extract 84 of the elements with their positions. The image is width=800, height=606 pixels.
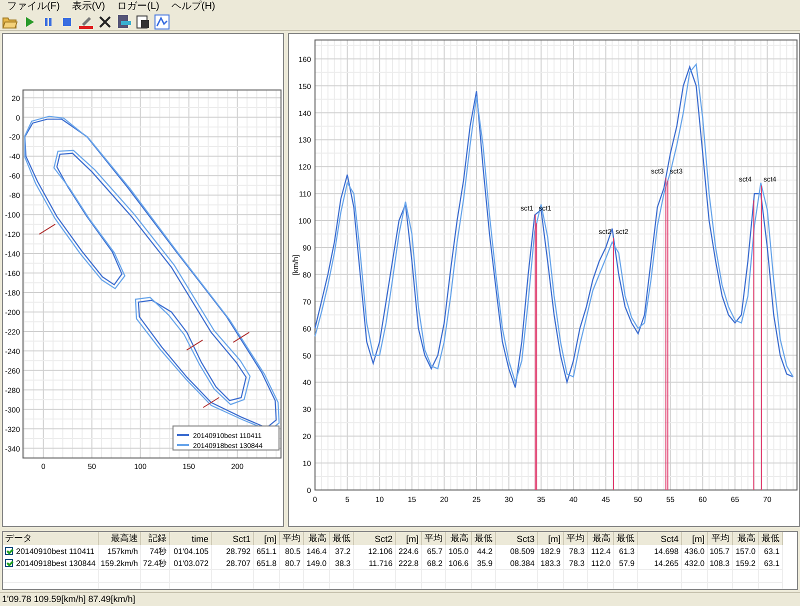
table-cell: 105.7: [707, 545, 732, 557]
column-header[interactable]: 最高: [445, 532, 472, 545]
table-cell: 14.265: [637, 557, 682, 570]
table-cell: 38.3: [329, 557, 354, 570]
table-cell: 14.698: [637, 545, 682, 557]
column-header[interactable]: 平均: [421, 532, 446, 545]
column-header[interactable]: 平均: [563, 532, 588, 545]
table-cell: 112.0: [587, 557, 614, 570]
column-header[interactable]: 最高: [303, 532, 330, 545]
table-cell: 106.6: [445, 557, 472, 570]
column-header[interactable]: [m]: [681, 532, 708, 545]
table-cell: 20140918best 130844: [16, 558, 96, 568]
table-cell: 159.2km/h: [98, 557, 140, 570]
table-cell: 436.0: [681, 545, 708, 557]
table-cell: 72.4秒: [140, 557, 170, 570]
document-icon[interactable]: [135, 14, 151, 30]
column-header[interactable]: 記録: [140, 532, 170, 545]
table-cell: 57.9: [613, 557, 638, 570]
table-cell: 182.9: [537, 545, 564, 557]
column-header[interactable]: 平均: [707, 532, 732, 545]
table-cell: 11.716: [353, 557, 396, 570]
column-header[interactable]: Sct2: [353, 532, 396, 545]
table-cell: 80.5: [279, 545, 304, 557]
table-cell: 28.792: [211, 545, 254, 557]
table-cell: 222.8: [395, 557, 422, 570]
table-cell: 68.2: [421, 557, 446, 570]
menu-item[interactable]: 表示(V): [66, 0, 110, 14]
checkbox[interactable]: [5, 547, 13, 556]
table-cell: 149.0: [303, 557, 330, 570]
chart-icon[interactable]: [154, 14, 170, 30]
table-cell: 112.4: [587, 545, 614, 557]
table-cell: 157.0: [732, 545, 758, 557]
table-cell: 108.3: [707, 557, 732, 570]
column-header[interactable]: 最高: [732, 532, 758, 545]
close-icon[interactable]: [97, 14, 113, 30]
table-cell: 157km/h: [98, 545, 140, 557]
pen-icon[interactable]: [78, 14, 94, 30]
column-header[interactable]: [m]: [537, 532, 564, 545]
column-header[interactable]: 平均: [279, 532, 304, 545]
table-cell: 146.4: [303, 545, 330, 557]
menu-item[interactable]: ロガー(L): [112, 0, 164, 14]
table-cell: 08.384: [495, 557, 538, 570]
column-header[interactable]: Sct4: [637, 532, 682, 545]
column-header[interactable]: time: [169, 532, 212, 545]
table-cell: 224.6: [395, 545, 422, 557]
table-cell: 08.509: [495, 545, 538, 557]
column-header[interactable]: 最高: [587, 532, 614, 545]
checkbox[interactable]: [5, 559, 13, 568]
column-header[interactable]: 最低: [329, 532, 354, 545]
table-cell: 105.0: [445, 545, 472, 557]
menu-item[interactable]: ファイル(F): [2, 0, 65, 14]
column-header[interactable]: 最高速: [98, 532, 140, 545]
table-cell: 61.3: [613, 545, 638, 557]
table-cell: 80.7: [279, 557, 304, 570]
table-cell: 651.8: [253, 557, 280, 570]
column-header[interactable]: Sct1: [211, 532, 254, 545]
table-cell: 63.1: [758, 545, 782, 557]
column-header[interactable]: [m]: [253, 532, 280, 545]
column-header[interactable]: 最低: [471, 532, 496, 545]
table-cell: 78.3: [563, 557, 588, 570]
table-cell: 63.1: [758, 557, 782, 570]
table-cell: 01'04.105: [169, 545, 212, 557]
table-cell: 01'03.072: [169, 557, 212, 570]
table-cell: 35.9: [471, 557, 496, 570]
document-icon[interactable]: [116, 14, 132, 30]
status-text: 1'09.78 109.59[km/h] 87.49[km/h]: [1, 594, 136, 604]
table-cell: 74秒: [140, 545, 170, 557]
column-header[interactable]: [m]: [395, 532, 422, 545]
table-cell: 28.707: [211, 557, 254, 570]
table-cell: 37.2: [329, 545, 354, 557]
column-header[interactable]: 最低: [758, 532, 782, 545]
table-cell: 183.3: [537, 557, 564, 570]
column-header[interactable]: 最低: [613, 532, 638, 545]
table-cell: 12.106: [353, 545, 396, 557]
column-header[interactable]: データ: [3, 532, 98, 545]
table-cell: 651.1: [253, 545, 280, 557]
table-cell: 159.2: [732, 557, 758, 570]
menu-item[interactable]: ヘルプ(H): [166, 0, 220, 14]
table-cell: 78.3: [563, 545, 588, 557]
table-cell: 432.0: [681, 557, 708, 570]
table-cell: 44.2: [471, 545, 496, 557]
column-header[interactable]: Sct3: [495, 532, 538, 545]
table-cell: 20140910best 110411: [16, 546, 94, 556]
table-cell: 65.7: [421, 545, 446, 557]
